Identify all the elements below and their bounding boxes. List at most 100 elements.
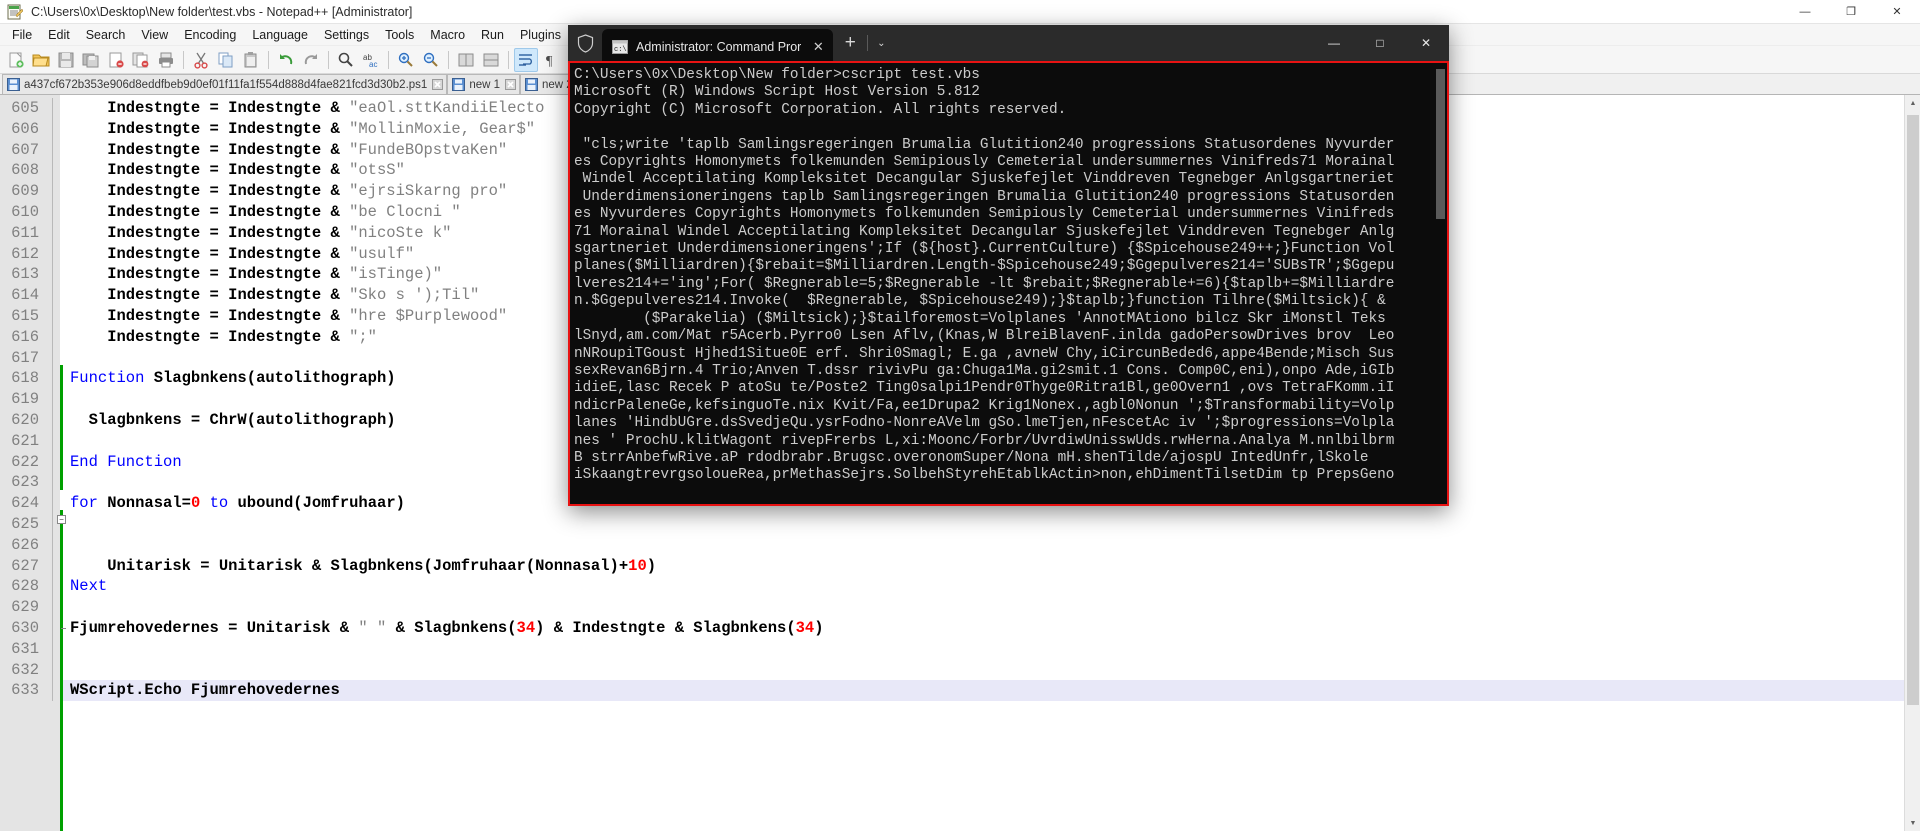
- notepadpp-minimize-button[interactable]: —: [1782, 0, 1828, 24]
- menu-item-tools[interactable]: Tools: [377, 26, 422, 44]
- fold-cell: [46, 347, 60, 369]
- code-line[interactable]: Next: [63, 576, 1920, 597]
- scroll-up-arrow[interactable]: ▲: [1905, 95, 1920, 111]
- code-token: "otsS": [349, 161, 405, 180]
- line-number: 623: [11, 473, 39, 492]
- code-token: (: [507, 618, 517, 637]
- editor-vertical-scrollbar[interactable]: ▲ ▼: [1904, 95, 1920, 831]
- toolbar-separator: [388, 50, 389, 69]
- terminal-tab[interactable]: c:\ Administrator: Command Pror ✕: [602, 29, 834, 65]
- save-all-icon[interactable]: [79, 48, 103, 72]
- code-token: =: [190, 410, 210, 429]
- editor-tab[interactable]: new 1: [447, 74, 521, 94]
- code-token: &: [330, 161, 350, 180]
- terminal-tab-close-icon[interactable]: ✕: [809, 39, 827, 55]
- code-token: &: [330, 202, 350, 221]
- sync-vertical-icon[interactable]: [454, 48, 478, 72]
- menu-item-view[interactable]: View: [133, 26, 176, 44]
- open-file-icon[interactable]: [29, 48, 53, 72]
- zoom-out-icon[interactable]: [419, 48, 443, 72]
- code-token: Slagbnkens: [330, 556, 424, 575]
- menu-item-file[interactable]: File: [4, 26, 40, 44]
- terminal-output-area[interactable]: C:\Users\0x\Desktop\New folder>cscript t…: [568, 61, 1449, 506]
- menu-item-language[interactable]: Language: [244, 26, 316, 44]
- editor-scrollbar-thumb[interactable]: [1907, 115, 1919, 705]
- line-number: 615: [11, 306, 39, 325]
- terminal-maximize-button[interactable]: □: [1357, 25, 1403, 61]
- paste-icon[interactable]: [239, 48, 263, 72]
- fold-cell: [46, 118, 60, 140]
- code-token: Nonnasal: [97, 494, 182, 513]
- close-all-icon[interactable]: [129, 48, 153, 72]
- code-line[interactable]: Unitarisk = Unitarisk & Slagbnkens(Jomfr…: [63, 556, 1920, 577]
- menu-item-search[interactable]: Search: [78, 26, 134, 44]
- editor-tab-close-icon[interactable]: [431, 79, 443, 91]
- code-token: &: [330, 182, 350, 201]
- fold-collapse-box[interactable]: −: [57, 515, 66, 524]
- toolbar-separator: [268, 50, 269, 69]
- close-file-icon[interactable]: [104, 48, 128, 72]
- chevron-down-icon[interactable]: ⌄: [868, 25, 894, 61]
- code-token: +: [618, 556, 629, 575]
- word-wrap-icon[interactable]: [514, 47, 538, 72]
- terminal-close-button[interactable]: ✕: [1403, 25, 1449, 61]
- zoom-in-icon[interactable]: [394, 48, 418, 72]
- line-number: 630: [11, 618, 39, 637]
- show-all-characters-icon[interactable]: ¶: [539, 48, 563, 72]
- terminal-output-text: C:\Users\0x\Desktop\New folder>cscript t…: [574, 67, 1395, 484]
- code-line[interactable]: [63, 639, 1920, 660]
- code-token: =: [228, 618, 247, 637]
- toolbar-separator: [328, 50, 329, 69]
- redo-icon[interactable]: [299, 48, 323, 72]
- fold-cell: [46, 368, 60, 390]
- code-line[interactable]: [63, 597, 1920, 618]
- undo-icon[interactable]: [274, 48, 298, 72]
- fold-cell: [46, 389, 60, 410]
- scroll-down-arrow[interactable]: ▼: [1905, 815, 1920, 831]
- print-icon[interactable]: [154, 48, 178, 72]
- find-icon[interactable]: [334, 48, 358, 72]
- code-line[interactable]: Fjumrehovedernes = Unitarisk & " " & Sla…: [63, 618, 1920, 639]
- new-file-icon[interactable]: [4, 48, 28, 72]
- cut-icon[interactable]: [189, 48, 213, 72]
- menu-item-encoding[interactable]: Encoding: [176, 26, 244, 44]
- line-number: 628: [11, 577, 39, 596]
- code-line[interactable]: [63, 535, 1920, 556]
- fold-margin[interactable]: [46, 95, 60, 831]
- code-token: =: [209, 119, 229, 138]
- save-state-icon: [452, 78, 466, 91]
- replace-icon[interactable]: ab ac: [359, 48, 383, 72]
- code-token: ";": [349, 327, 377, 346]
- menu-item-run[interactable]: Run: [473, 26, 512, 44]
- toolbar-separator: [508, 50, 509, 69]
- code-token: Function: [70, 369, 145, 388]
- menu-item-edit[interactable]: Edit: [40, 26, 78, 44]
- fold-cell: [46, 597, 60, 618]
- editor-tab-close-icon[interactable]: [504, 79, 516, 91]
- notepadpp-maximize-button[interactable]: ❐: [1828, 0, 1874, 24]
- copy-icon[interactable]: [214, 48, 238, 72]
- code-line[interactable]: [63, 514, 1920, 535]
- line-number: 629: [11, 598, 39, 617]
- fold-cell: [46, 98, 60, 119]
- notepadpp-close-button[interactable]: ✕: [1874, 0, 1920, 24]
- fold-cell: [46, 222, 60, 244]
- code-token: Indestngte: [228, 99, 331, 117]
- fold-cell: [46, 264, 60, 286]
- terminal-minimize-button[interactable]: —: [1311, 25, 1357, 61]
- menu-item-plugins[interactable]: Plugins: [512, 26, 569, 44]
- code-token: "eaOl.sttKandiiElecto: [349, 99, 545, 117]
- editor-tab[interactable]: a437cf672b353e906d8eddfbeb9d0ef01f11fa1f…: [2, 74, 448, 94]
- new-tab-button[interactable]: +: [833, 25, 867, 61]
- menu-item-settings[interactable]: Settings: [316, 26, 377, 44]
- save-icon[interactable]: [54, 48, 78, 72]
- code-token: Unitarisk: [246, 618, 340, 637]
- menu-item-macro[interactable]: Macro: [422, 26, 473, 44]
- sync-horizontal-icon[interactable]: [479, 48, 503, 72]
- fold-cell: [46, 181, 60, 202]
- terminal-scrollbar-thumb[interactable]: [1436, 69, 1445, 219]
- code-line[interactable]: [63, 660, 1920, 681]
- code-token: Indestngte: [70, 99, 210, 117]
- code-line[interactable]: WScript.Echo Fjumrehovedernes: [63, 680, 1920, 702]
- code-token: ChrW: [209, 410, 247, 429]
